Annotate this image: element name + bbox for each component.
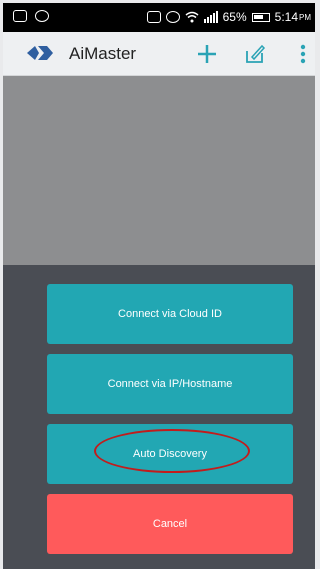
- cancel-label: Cancel: [152, 518, 188, 530]
- vibrate-icon: [146, 11, 161, 23]
- connect-cloud-id-button[interactable]: Connect via Cloud ID: [47, 284, 293, 344]
- phone-screen: 65% 5:14 PM AiMaster Connect via Cloud I…: [3, 3, 315, 569]
- wifi-icon: [185, 11, 199, 23]
- connect-cloud-id-label: Connect via Cloud ID: [118, 308, 222, 320]
- app-title: AiMaster: [69, 44, 137, 63]
- status-left: [13, 10, 49, 22]
- connect-options-sheet: Connect via Cloud ID Connect via IP/Host…: [3, 265, 315, 569]
- sync-icon: [35, 10, 49, 22]
- add-button[interactable]: [193, 40, 221, 68]
- dimmed-content-area: [3, 76, 315, 265]
- auto-discovery-button[interactable]: Auto Discovery: [47, 424, 293, 484]
- alarm-icon: [165, 11, 180, 23]
- status-bar: 65% 5:14 PM: [3, 3, 315, 32]
- battery-icon: [251, 12, 270, 22]
- auto-discovery-label: Auto Discovery: [133, 448, 207, 460]
- battery-percent: 65%: [222, 10, 247, 24]
- notification-image-icon: [13, 10, 27, 22]
- app-bar: AiMaster: [3, 32, 315, 76]
- edit-button[interactable]: [241, 40, 269, 68]
- status-ampm: PM: [299, 12, 311, 22]
- edit-icon: [246, 44, 266, 63]
- more-vert-icon: [300, 44, 306, 64]
- more-options-button[interactable]: [289, 40, 315, 68]
- status-right: 65% 5:14 PM: [146, 10, 311, 24]
- signal-icon: [203, 11, 218, 23]
- cancel-button[interactable]: Cancel: [47, 494, 293, 554]
- add-icon: [198, 45, 216, 63]
- connect-ip-hostname-button[interactable]: Connect via IP/Hostname: [47, 354, 293, 414]
- aimaster-logo-icon: [27, 46, 53, 60]
- screenshot-frame: 65% 5:14 PM AiMaster Connect via Cloud I…: [0, 0, 320, 569]
- connect-ip-hostname-label: Connect via IP/Hostname: [107, 378, 233, 390]
- status-time: 5:14: [274, 10, 298, 24]
